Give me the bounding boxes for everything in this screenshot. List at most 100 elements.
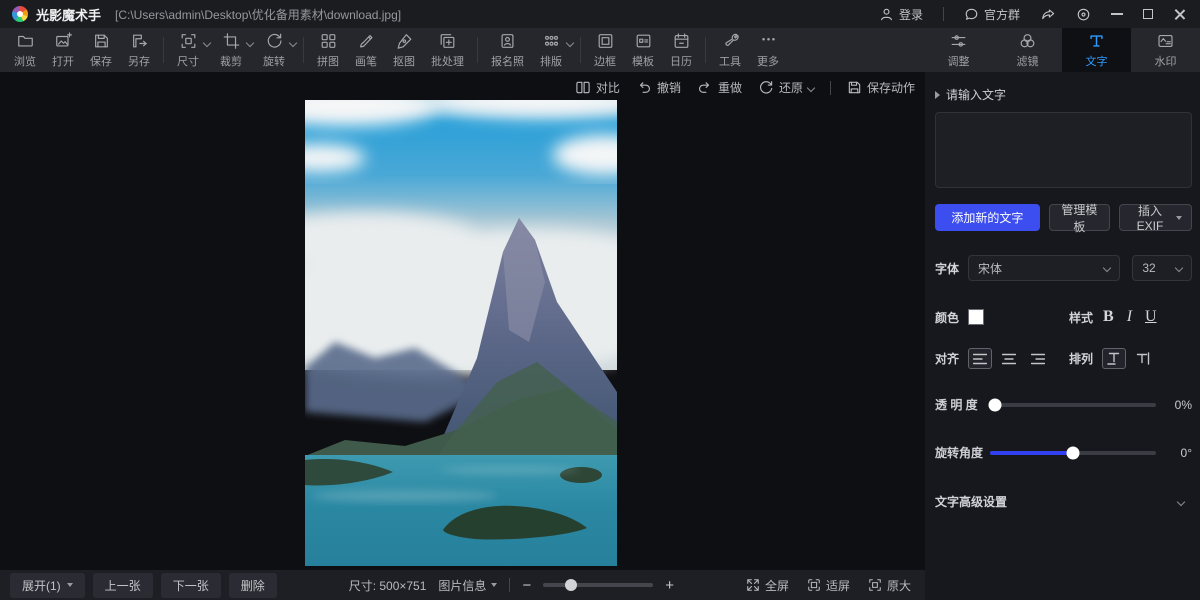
manage-templates-button[interactable]: 管理模板 (1049, 204, 1110, 231)
tab-adjust[interactable]: 调整 (924, 28, 993, 72)
rotation-label: 旋转角度 (935, 444, 990, 461)
arrange-label: 排列 (1069, 350, 1093, 367)
toolbar-item-id-photo[interactable]: 报名照 (483, 28, 532, 72)
restore-button[interactable]: 还原 (758, 79, 814, 96)
toolbar-item-browse[interactable]: 浏览 (6, 28, 44, 72)
undo-button[interactable]: 撤销 (636, 79, 681, 96)
tab-text[interactable]: 文字 (1062, 28, 1131, 72)
zoom-slider[interactable] (543, 583, 653, 587)
actual-size-icon (868, 578, 882, 592)
zoom-in-button[interactable]: + (665, 578, 674, 593)
text-input-label: 请输入文字 (946, 86, 1006, 103)
fit-screen-button[interactable]: 适屏 (807, 577, 850, 594)
toolbar-item-border[interactable]: 边框 (586, 28, 624, 72)
login-button[interactable]: 登录 (879, 6, 923, 23)
save-action-button[interactable]: 保存动作 (847, 79, 915, 96)
sliders-icon (949, 32, 968, 50)
share-arrow-icon (1040, 7, 1056, 22)
opacity-label: 透 明 度 (935, 396, 990, 413)
toolbar-item-open[interactable]: 打开 (44, 28, 82, 72)
canvas-toolbar: 对比 撤销 重做 还原 (575, 79, 915, 96)
color-swatch[interactable] (968, 309, 984, 325)
border-frame-icon (596, 32, 615, 50)
rotation-slider-handle[interactable] (1067, 446, 1080, 459)
image-info-button[interactable]: 图片信息 (438, 577, 497, 594)
settings-button[interactable] (1076, 7, 1091, 22)
save-as-icon (130, 32, 149, 50)
editing-canvas[interactable]: 对比 撤销 重做 还原 (0, 72, 925, 570)
title-bar: 光影魔术手 [C:\Users\admin\Desktop\优化备用素材\dow… (0, 0, 1200, 28)
template-icon (634, 32, 653, 50)
advanced-settings-label: 文字高级设置 (935, 493, 1007, 510)
toolbar-item-crop[interactable]: 裁剪 (212, 28, 250, 72)
share-button[interactable] (1040, 7, 1056, 22)
redo-button[interactable]: 重做 (697, 79, 742, 96)
toolbar-item-size[interactable]: 尺寸 (169, 28, 207, 72)
toolbar-item-save-as[interactable]: 另存 (120, 28, 158, 72)
main-toolbar: 浏览 打开 保存 另存 尺寸 (0, 28, 1200, 72)
fullscreen-button[interactable]: 全屏 (746, 577, 789, 594)
toolbar-item-batch[interactable]: 批处理 (423, 28, 472, 72)
toolbar-item-brush[interactable]: 画笔 (347, 28, 385, 72)
triangle-right-icon (935, 91, 940, 99)
official-group-button[interactable]: 官方群 (964, 6, 1020, 23)
gear-icon (1076, 7, 1091, 22)
toolbar-item-typeset[interactable]: 排版 (532, 28, 570, 72)
maximize-button[interactable] (1143, 9, 1153, 19)
advanced-text-settings[interactable]: 文字高级设置 (935, 493, 1192, 510)
chevron-down-icon (1103, 264, 1111, 272)
align-left-button[interactable] (968, 348, 992, 369)
close-button[interactable] (1173, 8, 1186, 21)
align-right-button[interactable] (1026, 348, 1050, 369)
toolbar-item-rotate[interactable]: 旋转 (255, 28, 293, 72)
tab-filter[interactable]: 滤镜 (993, 28, 1062, 72)
layout-dots-icon (542, 32, 561, 50)
watermark-icon (1156, 32, 1175, 50)
italic-button[interactable]: I (1124, 308, 1135, 326)
chevron-down-icon[interactable] (807, 83, 815, 91)
lake-landscape-photo (305, 100, 617, 566)
tab-watermark[interactable]: 水印 (1131, 28, 1200, 72)
toolbar-item-cutout[interactable]: 抠图 (385, 28, 423, 72)
add-text-button[interactable]: 添加新的文字 (935, 204, 1040, 231)
vertical-text-button[interactable] (1131, 348, 1155, 369)
actual-size-button[interactable]: 原大 (868, 577, 911, 594)
chat-bubble-icon (964, 7, 979, 22)
toolbar-item-calendar[interactable]: 日历 (662, 28, 700, 72)
previous-image-button[interactable]: 上一张 (93, 573, 153, 598)
compare-button[interactable]: 对比 (575, 79, 620, 96)
insert-exif-button[interactable]: 插入EXIF (1119, 204, 1192, 231)
align-center-button[interactable] (997, 348, 1021, 369)
zoom-out-button[interactable]: − (522, 578, 531, 593)
underline-button[interactable]: U (1142, 308, 1160, 326)
toolbar-item-collage[interactable]: 拼图 (309, 28, 347, 72)
expand-filmstrip-button[interactable]: 展开(1) (10, 573, 85, 598)
maximize-icon (1143, 9, 1153, 19)
bold-button[interactable]: B (1100, 308, 1117, 326)
toolbar-item-tools[interactable]: 工具 (711, 28, 749, 72)
triangle-down-icon (1176, 216, 1182, 220)
rotation-slider[interactable] (990, 451, 1156, 455)
rotate-icon (265, 32, 284, 50)
font-size-select[interactable]: 32 (1132, 255, 1192, 281)
toolbar-item-more[interactable]: 更多 (749, 28, 787, 72)
save-icon (92, 32, 111, 50)
toolbar-item-template[interactable]: 模板 (624, 28, 662, 72)
divider (477, 37, 478, 63)
minimize-icon (1111, 13, 1123, 15)
text-input[interactable] (935, 112, 1192, 188)
zoom-slider-handle[interactable] (565, 579, 577, 591)
brush-icon (357, 32, 376, 50)
horizontal-text-button[interactable] (1102, 348, 1126, 369)
text-input-section-toggle[interactable]: 请输入文字 (935, 86, 1192, 103)
minimize-button[interactable] (1111, 13, 1123, 15)
font-family-select[interactable]: 宋体 (968, 255, 1120, 281)
opacity-slider-handle[interactable] (989, 398, 1002, 411)
next-image-button[interactable]: 下一张 (161, 573, 221, 598)
fit-screen-icon (807, 578, 821, 592)
calendar-icon (672, 32, 691, 50)
delete-image-button[interactable]: 删除 (229, 573, 277, 598)
opacity-slider[interactable] (990, 403, 1156, 407)
toolbar-item-save[interactable]: 保存 (82, 28, 120, 72)
photo-image[interactable] (305, 100, 617, 566)
